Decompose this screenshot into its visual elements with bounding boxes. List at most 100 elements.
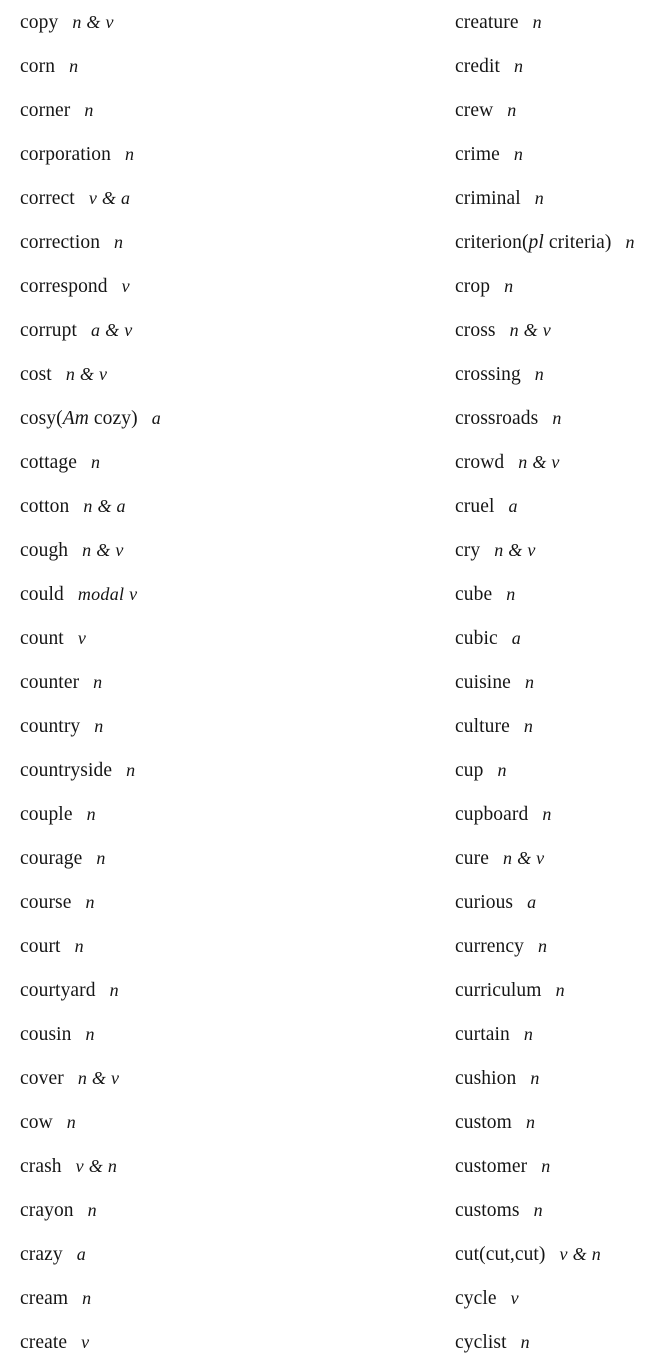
entry-headword-italic-note: pl [528, 232, 544, 253]
entry-part-of-speech: n [85, 892, 95, 912]
entry-headword: crash [20, 1156, 62, 1177]
entry-headword-text: curious [455, 892, 514, 913]
entry-headword-text: copy [20, 12, 59, 33]
entry-headword-tail: cozy) [88, 408, 138, 429]
entry-headword: cyclist [455, 1332, 507, 1353]
entry-part-of-speech: n & v [65, 364, 108, 384]
entry-part-of-speech: n [533, 1200, 543, 1220]
entry-headword: curious [455, 892, 513, 913]
entry-part-of-speech: n & v [77, 1068, 120, 1088]
entry-part-of-speech: n [541, 1156, 551, 1176]
entry-part-of-speech: n [82, 1288, 92, 1308]
entry-part-of-speech: n [91, 452, 101, 472]
entry-headword: culture [455, 716, 510, 737]
entry-part-of-speech: n [530, 1068, 540, 1088]
entry-headword-text: criminal [455, 188, 521, 209]
word-list-entry: crop n [455, 264, 513, 308]
entry-part-of-speech: v [81, 1332, 90, 1352]
word-list-entry: country n [20, 704, 104, 748]
entry-headword-text: cow [20, 1112, 53, 1133]
word-list-entry: copy n & v [20, 0, 114, 44]
entry-part-of-speech: n [534, 364, 545, 384]
entry-headword-text: create [20, 1332, 68, 1353]
word-list-entry: cushion n [455, 1056, 540, 1100]
entry-headword-text: cushion [455, 1068, 517, 1089]
entry-headword: counter [20, 672, 79, 693]
word-list-entry: cottage n [20, 440, 100, 484]
entry-headword: criminal [455, 188, 521, 209]
entry-part-of-speech: n [66, 1112, 77, 1132]
word-list-entry: crossing n [455, 352, 544, 396]
entry-headword: crazy [20, 1244, 63, 1265]
word-list-entry: could modal v [20, 572, 137, 616]
entry-headword: create [20, 1332, 67, 1353]
entry-part-of-speech: a [511, 628, 522, 648]
word-list-entry: cousin n [20, 1012, 95, 1056]
entry-headword: crop [455, 276, 490, 297]
word-list-entry: crazy a [20, 1232, 86, 1276]
entry-part-of-speech: n [523, 1024, 534, 1044]
entry-headword: cure [455, 848, 489, 869]
entry-headword: copy [20, 12, 58, 33]
entry-part-of-speech: n [86, 804, 96, 824]
word-list-entry: curriculum n [455, 968, 565, 1012]
entry-headword-text: corporation [20, 144, 111, 165]
entry-headword: customer [455, 1156, 527, 1177]
entry-headword-text: could [20, 584, 64, 605]
entry-headword: cube [455, 584, 492, 605]
entry-headword-text: cycle [455, 1288, 497, 1309]
entry-headword-text: corner [20, 100, 71, 121]
entry-part-of-speech: n [126, 760, 136, 780]
word-list-entry: countryside n [20, 748, 135, 792]
entry-headword: criterion(pl criteria) [455, 232, 612, 253]
entry-headword-text: cry [455, 540, 481, 561]
entry-part-of-speech: v & a [88, 188, 131, 208]
entry-part-of-speech: a & v [91, 320, 133, 340]
entry-part-of-speech: n [124, 144, 135, 164]
word-list-column-right: creature n credit n crew n crime n criminal n crit… [430, 0, 661, 1367]
entry-part-of-speech: n [542, 804, 552, 824]
word-list-entry: correction n [20, 220, 123, 264]
entry-part-of-speech: v [121, 276, 130, 296]
word-list-entry: cup n [455, 748, 507, 792]
entry-headword-text: counter [20, 672, 80, 693]
entry-headword-text: cure [455, 848, 489, 869]
word-list-entry: crew n [455, 88, 517, 132]
word-list-entry: criminal n [455, 176, 544, 220]
word-list-entry: curious a [455, 880, 536, 924]
word-list-entry: courtyard n [20, 968, 119, 1012]
entry-headword: cupboard [455, 804, 528, 825]
word-list-entry: correspond v [20, 264, 130, 308]
entry-headword: cycle [455, 1288, 497, 1309]
entry-part-of-speech: n & v [518, 452, 560, 472]
entry-part-of-speech: a [76, 1244, 87, 1264]
entry-part-of-speech: n [497, 760, 507, 780]
entry-headword-italic-note: Am [62, 408, 89, 429]
entry-headword: cosy(Am cozy) [20, 408, 138, 429]
entry-headword: creature [455, 12, 519, 33]
entry-headword-text: cost [20, 364, 52, 385]
entry-part-of-speech: n [555, 980, 565, 1000]
word-list-entry: crime n [455, 132, 523, 176]
word-list-entry: court n [20, 924, 84, 968]
word-list-entry: cut(cut,cut) v & n [455, 1232, 601, 1276]
word-list-entry: customs n [455, 1188, 543, 1232]
entry-headword: courage [20, 848, 82, 869]
entry-headword: cushion [455, 1068, 516, 1089]
entry-headword-text: criterion( [455, 232, 529, 253]
word-list-entry: cube n [455, 572, 516, 616]
entry-part-of-speech: n [94, 716, 104, 736]
word-list-entry: courage n [20, 836, 106, 880]
entry-part-of-speech: n [85, 1024, 95, 1044]
entry-headword: cottage [20, 452, 77, 473]
word-list-entry: cow n [20, 1100, 76, 1144]
entry-headword: crew [455, 100, 493, 121]
entry-part-of-speech: v [510, 1288, 519, 1308]
word-list-entry: crossroads n [455, 396, 562, 440]
entry-headword-text: cousin [20, 1024, 72, 1045]
word-list-entry: cost n & v [20, 352, 107, 396]
entry-headword-text: crossroads [455, 408, 539, 429]
word-list-entry: corporation n [20, 132, 134, 176]
entry-headword-text: cross [455, 320, 496, 341]
entry-part-of-speech: n & v [72, 12, 114, 32]
